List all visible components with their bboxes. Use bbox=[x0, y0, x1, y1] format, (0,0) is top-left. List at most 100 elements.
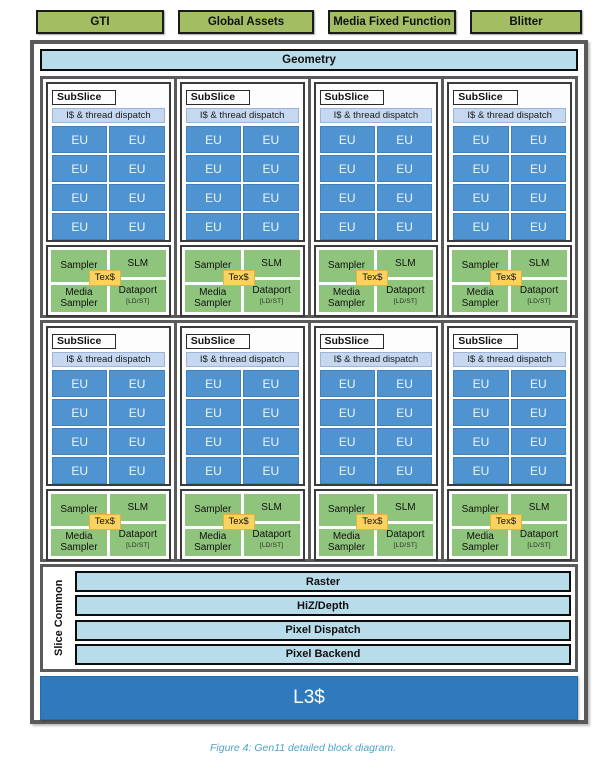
block-media-sampler[interactable]: Media Sampler bbox=[184, 284, 241, 312]
eu-unit[interactable]: EU bbox=[109, 126, 165, 153]
block-media-sampler[interactable]: Media Sampler bbox=[51, 528, 107, 556]
eu-unit[interactable]: EU bbox=[319, 155, 375, 182]
eu-unit[interactable]: EU bbox=[510, 457, 566, 484]
block-texture-cache[interactable]: Tex$ bbox=[88, 270, 121, 286]
eu-unit[interactable]: EU bbox=[52, 428, 108, 455]
eu-unit[interactable]: EU bbox=[243, 457, 299, 484]
block-texture-cache[interactable]: Tex$ bbox=[356, 514, 389, 530]
eu-unit[interactable]: EU bbox=[376, 126, 433, 153]
eu-unit[interactable]: EU bbox=[453, 457, 509, 484]
thread-dispatch-bar[interactable]: I$ & thread dispatch bbox=[185, 352, 299, 367]
eu-unit[interactable]: EU bbox=[319, 457, 375, 484]
eu-unit[interactable]: EU bbox=[243, 126, 299, 153]
block-texture-cache[interactable]: Tex$ bbox=[490, 270, 523, 286]
block-texture-cache[interactable]: Tex$ bbox=[222, 514, 255, 530]
eu-unit[interactable]: EU bbox=[510, 399, 566, 426]
eu-unit[interactable]: EU bbox=[376, 213, 433, 240]
block-blitter[interactable]: Blitter bbox=[470, 10, 582, 34]
block-geometry[interactable]: Geometry bbox=[40, 49, 578, 71]
eu-unit[interactable]: EU bbox=[510, 126, 566, 153]
eu-unit[interactable]: EU bbox=[52, 399, 108, 426]
eu-unit[interactable]: EU bbox=[453, 126, 509, 153]
block-hiz-depth[interactable]: HiZ/Depth bbox=[75, 595, 571, 617]
eu-unit[interactable]: EU bbox=[243, 370, 299, 397]
eu-unit[interactable]: EU bbox=[243, 155, 299, 182]
eu-unit[interactable]: EU bbox=[243, 213, 299, 240]
subslice-r2-c1[interactable]: SubSlice I$ & thread dispatch EU EU EU E… bbox=[43, 323, 174, 561]
block-media-sampler[interactable]: Media Sampler bbox=[452, 528, 509, 556]
eu-unit[interactable]: EU bbox=[319, 126, 375, 153]
eu-unit[interactable]: EU bbox=[109, 155, 165, 182]
eu-unit[interactable]: EU bbox=[376, 370, 433, 397]
subslice-r1-c2[interactable]: SubSlice I$ & thread dispatch EU EU EU E… bbox=[173, 79, 308, 317]
thread-dispatch-bar[interactable]: I$ & thread dispatch bbox=[52, 108, 165, 123]
thread-dispatch-bar[interactable]: I$ & thread dispatch bbox=[319, 352, 433, 367]
block-pixel-backend[interactable]: Pixel Backend bbox=[75, 643, 571, 665]
subslice-r1-c3[interactable]: SubSlice I$ & thread dispatch EU EU EU E… bbox=[307, 79, 442, 317]
block-media-sampler[interactable]: Media Sampler bbox=[318, 528, 375, 556]
eu-unit[interactable]: EU bbox=[185, 155, 242, 182]
eu-unit[interactable]: EU bbox=[185, 184, 242, 211]
eu-unit[interactable]: EU bbox=[453, 370, 509, 397]
eu-unit[interactable]: EU bbox=[185, 213, 242, 240]
eu-unit[interactable]: EU bbox=[376, 428, 433, 455]
eu-unit[interactable]: EU bbox=[376, 399, 433, 426]
block-texture-cache[interactable]: Tex$ bbox=[356, 270, 389, 286]
eu-unit[interactable]: EU bbox=[376, 457, 433, 484]
eu-unit[interactable]: EU bbox=[109, 213, 165, 240]
eu-unit[interactable]: EU bbox=[319, 213, 375, 240]
block-texture-cache[interactable]: Tex$ bbox=[490, 514, 523, 530]
subslice-r2-c3[interactable]: SubSlice I$ & thread dispatch EU EU EU E… bbox=[307, 323, 442, 561]
eu-unit[interactable]: EU bbox=[109, 370, 165, 397]
block-media-sampler[interactable]: Media Sampler bbox=[184, 528, 241, 556]
eu-unit[interactable]: EU bbox=[185, 457, 242, 484]
eu-unit[interactable]: EU bbox=[243, 399, 299, 426]
eu-unit[interactable]: EU bbox=[319, 399, 375, 426]
subslice-r2-c2[interactable]: SubSlice I$ & thread dispatch EU EU EU E… bbox=[173, 323, 308, 561]
eu-unit[interactable]: EU bbox=[376, 184, 433, 211]
thread-dispatch-bar[interactable]: I$ & thread dispatch bbox=[453, 108, 566, 123]
block-media-sampler[interactable]: Media Sampler bbox=[318, 284, 375, 312]
block-media-sampler[interactable]: Media Sampler bbox=[51, 284, 107, 312]
eu-unit[interactable]: EU bbox=[243, 428, 299, 455]
eu-unit[interactable]: EU bbox=[376, 155, 433, 182]
block-gti[interactable]: GTI bbox=[36, 10, 164, 34]
block-texture-cache[interactable]: Tex$ bbox=[88, 514, 121, 530]
block-media-sampler[interactable]: Media Sampler bbox=[452, 284, 509, 312]
eu-unit[interactable]: EU bbox=[453, 428, 509, 455]
eu-unit[interactable]: EU bbox=[510, 155, 566, 182]
block-media-fixed-function[interactable]: Media Fixed Function bbox=[328, 10, 456, 34]
eu-unit[interactable]: EU bbox=[52, 126, 108, 153]
eu-unit[interactable]: EU bbox=[243, 184, 299, 211]
thread-dispatch-bar[interactable]: I$ & thread dispatch bbox=[52, 352, 165, 367]
block-l3-cache[interactable]: L3$ bbox=[40, 676, 578, 720]
eu-unit[interactable]: EU bbox=[52, 457, 108, 484]
thread-dispatch-bar[interactable]: I$ & thread dispatch bbox=[185, 108, 299, 123]
eu-unit[interactable]: EU bbox=[52, 370, 108, 397]
eu-unit[interactable]: EU bbox=[510, 370, 566, 397]
block-pixel-dispatch[interactable]: Pixel Dispatch bbox=[75, 619, 571, 641]
eu-unit[interactable]: EU bbox=[319, 370, 375, 397]
eu-unit[interactable]: EU bbox=[510, 184, 566, 211]
eu-unit[interactable]: EU bbox=[185, 126, 242, 153]
thread-dispatch-bar[interactable]: I$ & thread dispatch bbox=[453, 352, 566, 367]
eu-unit[interactable]: EU bbox=[52, 155, 108, 182]
subslice-r1-c1[interactable]: SubSlice I$ & thread dispatch EU EU EU E… bbox=[43, 79, 174, 317]
eu-unit[interactable]: EU bbox=[109, 184, 165, 211]
eu-unit[interactable]: EU bbox=[185, 399, 242, 426]
eu-unit[interactable]: EU bbox=[185, 428, 242, 455]
eu-unit[interactable]: EU bbox=[453, 213, 509, 240]
eu-unit[interactable]: EU bbox=[453, 184, 509, 211]
block-global-assets[interactable]: Global Assets bbox=[178, 10, 314, 34]
block-texture-cache[interactable]: Tex$ bbox=[222, 270, 255, 286]
eu-unit[interactable]: EU bbox=[185, 370, 242, 397]
thread-dispatch-bar[interactable]: I$ & thread dispatch bbox=[319, 108, 433, 123]
eu-unit[interactable]: EU bbox=[52, 184, 108, 211]
eu-unit[interactable]: EU bbox=[52, 213, 108, 240]
eu-unit[interactable]: EU bbox=[453, 155, 509, 182]
eu-unit[interactable]: EU bbox=[453, 399, 509, 426]
eu-unit[interactable]: EU bbox=[109, 399, 165, 426]
subslice-r1-c4[interactable]: SubSlice I$ & thread dispatch EU EU EU E… bbox=[441, 79, 575, 317]
eu-unit[interactable]: EU bbox=[109, 457, 165, 484]
block-raster[interactable]: Raster bbox=[75, 571, 571, 592]
